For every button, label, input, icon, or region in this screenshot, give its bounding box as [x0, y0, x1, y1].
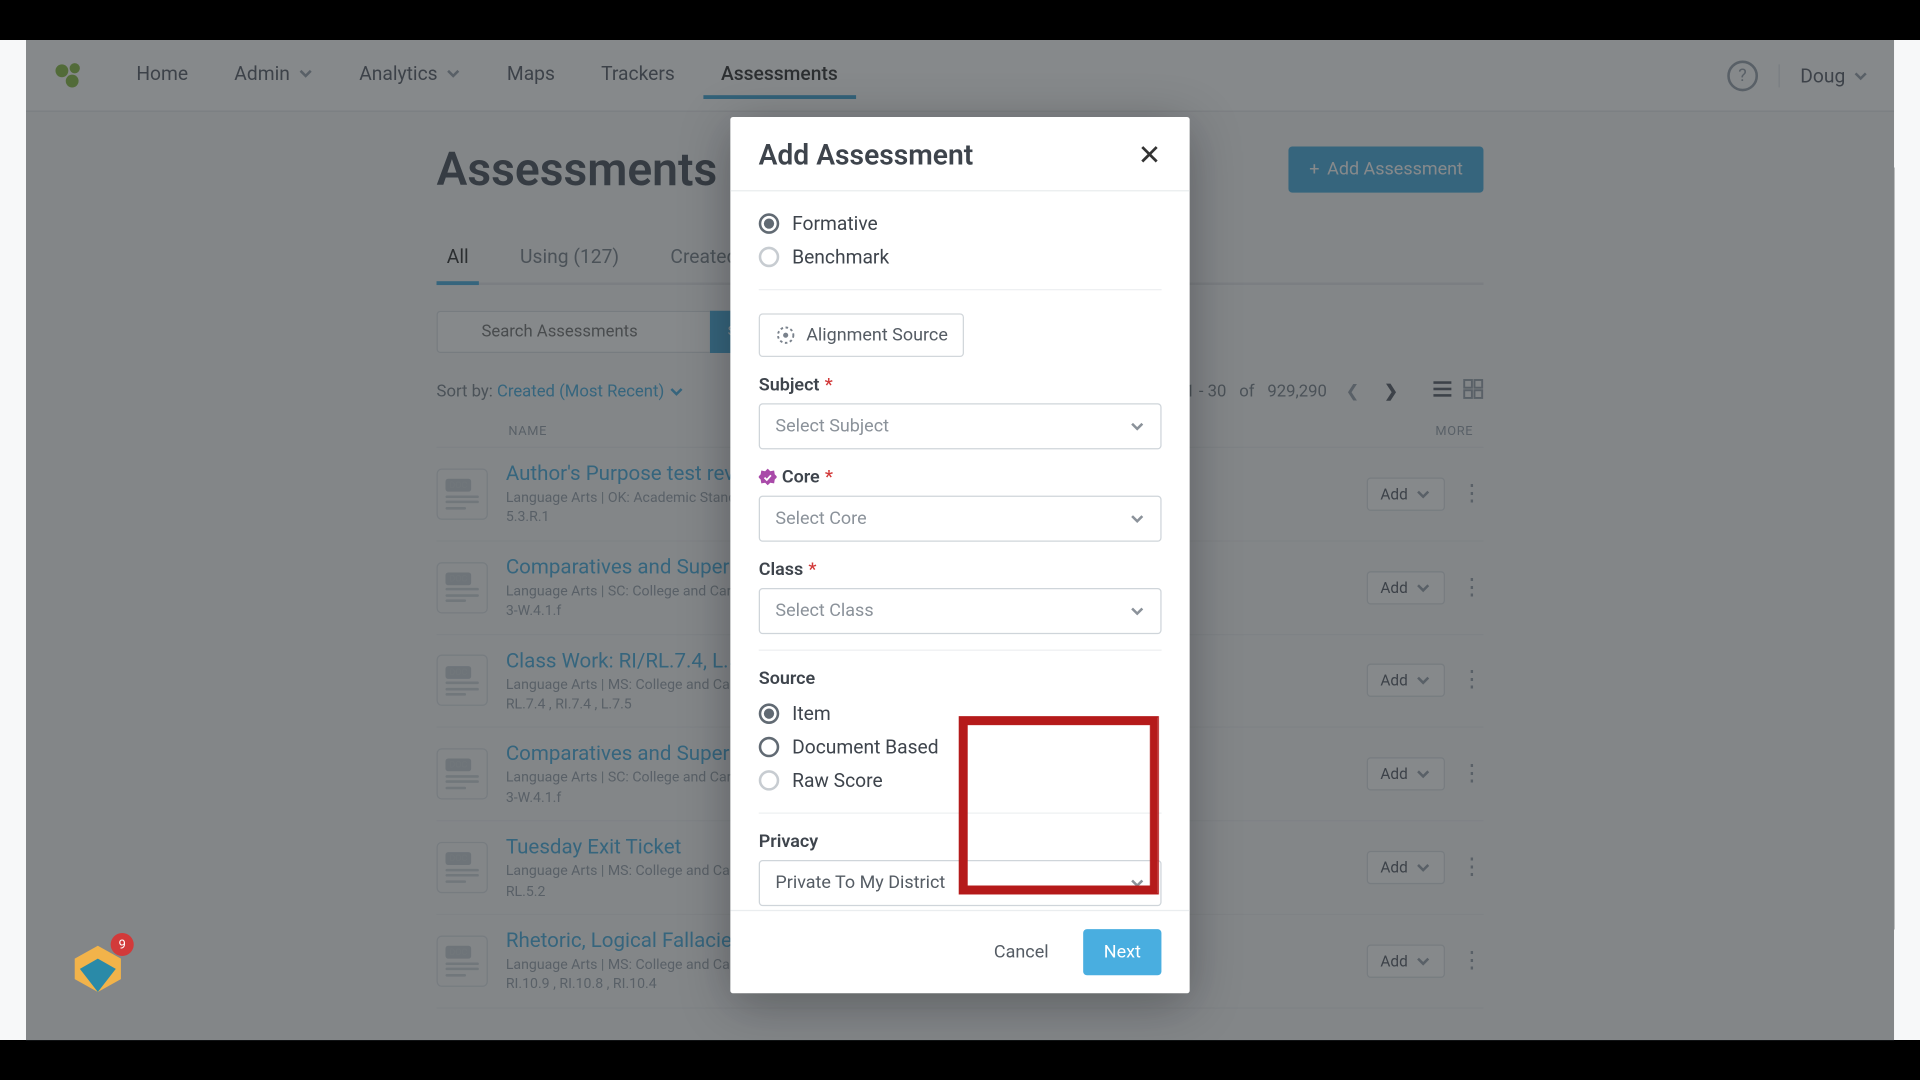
subject-select[interactable]: Select Subject	[759, 403, 1162, 449]
radio-icon	[759, 213, 780, 234]
add-assessment-modal: Add Assessment ✕ Formative Benchmark Ali…	[730, 117, 1189, 993]
alignment-section: Alignment Source Subject* Select Subject…	[759, 290, 1162, 651]
chevron-down-icon	[1129, 875, 1144, 890]
chevron-down-icon	[1129, 511, 1144, 526]
type-benchmark-radio[interactable]: Benchmark	[759, 240, 1162, 273]
chevron-down-icon	[1129, 418, 1144, 433]
radio-icon	[759, 703, 780, 724]
source-document-radio[interactable]: Document Based	[759, 730, 1162, 763]
radio-icon	[759, 770, 780, 791]
source-item-radio[interactable]: Item	[759, 697, 1162, 730]
class-select[interactable]: Select Class	[759, 588, 1162, 634]
class-label: Class*	[759, 560, 1162, 581]
core-label: Core*	[759, 467, 1162, 488]
privacy-label: Privacy	[759, 832, 1162, 853]
assessment-type-section: Formative Benchmark	[759, 191, 1162, 290]
source-raw-radio[interactable]: Raw Score	[759, 764, 1162, 797]
radio-icon	[759, 737, 780, 758]
source-label: Source	[759, 669, 1162, 690]
cancel-button[interactable]: Cancel	[972, 929, 1070, 975]
alignment-source-button[interactable]: Alignment Source	[759, 313, 965, 357]
radio-icon	[759, 247, 780, 268]
core-select[interactable]: Select Core	[759, 495, 1162, 541]
verified-icon	[759, 469, 777, 487]
subject-label: Subject*	[759, 375, 1162, 396]
notification-badge: 9	[111, 933, 134, 956]
target-icon	[775, 325, 796, 346]
close-icon[interactable]: ✕	[1138, 140, 1162, 172]
privacy-section: Privacy Private To My District	[759, 814, 1162, 910]
next-button[interactable]: Next	[1083, 929, 1161, 975]
modal-title: Add Assessment	[759, 140, 974, 172]
type-formative-radio[interactable]: Formative	[759, 207, 1162, 240]
notification-widget[interactable]: 9	[70, 941, 126, 997]
source-section: Source Item Document Based Raw Score	[759, 651, 1162, 814]
privacy-select[interactable]: Private To My District	[759, 860, 1162, 906]
chevron-down-icon	[1129, 603, 1144, 618]
